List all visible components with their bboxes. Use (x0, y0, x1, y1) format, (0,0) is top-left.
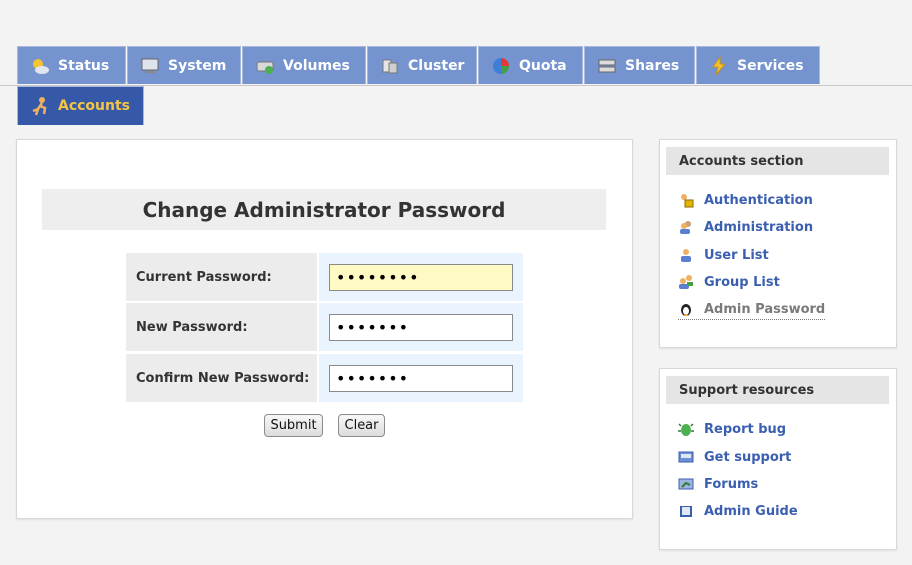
pie-chart-icon (493, 57, 509, 74)
link-label: Admin Password (704, 301, 826, 317)
link-get-support[interactable]: Get support (678, 447, 791, 467)
current-password-label: Current Password: (126, 253, 317, 301)
weather-sun-icon (33, 58, 49, 74)
tab-cluster[interactable]: Cluster (367, 46, 477, 84)
current-password-input[interactable] (329, 264, 513, 291)
lock-user-icon (681, 194, 694, 208)
tab-quota[interactable]: Quota (478, 46, 583, 84)
tab-shares[interactable]: Shares (584, 46, 695, 84)
support-resources-panel: Support resources Report bug Get support… (659, 368, 897, 550)
support-icon (678, 451, 694, 463)
current-password-cell (319, 253, 523, 301)
bug-icon (678, 423, 694, 436)
user-run-icon (32, 97, 47, 116)
tab-label: Shares (625, 57, 680, 74)
book-icon (680, 506, 692, 517)
forum-icon (678, 478, 694, 490)
current-password-row: Current Password: (126, 253, 523, 301)
link-label: Forums (704, 476, 759, 492)
users-icon (680, 221, 691, 234)
link-group-list[interactable]: Group List (678, 272, 780, 292)
tab-label: Services (737, 57, 804, 74)
new-password-label: New Password: (126, 303, 317, 351)
tab-label: Status (58, 57, 110, 74)
link-authentication[interactable]: Authentication (678, 190, 813, 210)
confirm-password-cell (319, 354, 523, 402)
tab-accounts[interactable]: Accounts (17, 86, 144, 125)
link-label: Group List (704, 274, 780, 290)
link-admin-guide[interactable]: Admin Guide (678, 501, 798, 521)
link-label: Admin Guide (704, 503, 798, 519)
submit-button[interactable]: Submit (264, 414, 323, 437)
confirm-password-row: Confirm New Password: (126, 354, 523, 402)
server-icon (598, 59, 616, 72)
accounts-section-panel: Accounts section Authentication Administ… (659, 139, 897, 348)
support-resources-heading: Support resources (666, 376, 889, 404)
new-password-input[interactable] (329, 314, 513, 341)
tab-system[interactable]: System (127, 46, 241, 84)
tab-divider (0, 85, 912, 86)
confirm-password-label: Confirm New Password: (126, 354, 317, 402)
link-label: Administration (704, 219, 814, 235)
tab-label: Accounts (58, 98, 131, 114)
change-password-panel: Change Administrator Password Current Pa… (16, 139, 633, 519)
link-label: Report bug (704, 421, 787, 437)
accounts-section-heading: Accounts section (666, 147, 889, 175)
tab-status[interactable]: Status (17, 46, 126, 84)
link-label: Get support (704, 449, 792, 465)
link-user-list[interactable]: User List (678, 245, 769, 265)
link-label: User List (704, 247, 769, 263)
lightning-icon (712, 55, 727, 75)
page-title: Change Administrator Password (42, 189, 606, 230)
new-password-row: New Password: (126, 303, 523, 351)
tab-label: Cluster (408, 57, 465, 74)
tab-label: Quota (519, 57, 567, 74)
tab-services[interactable]: Services (696, 46, 820, 84)
confirm-password-input[interactable] (329, 365, 513, 392)
drive-icon (256, 61, 274, 74)
link-admin-password[interactable]: Admin Password (678, 299, 826, 320)
tab-label: System (168, 57, 227, 74)
penguin-icon (681, 304, 691, 316)
link-forums[interactable]: Forums (678, 474, 758, 494)
user-icon (681, 249, 691, 262)
clear-button[interactable]: Clear (338, 414, 385, 437)
tab-label: Volumes (283, 57, 350, 74)
link-report-bug[interactable]: Report bug (678, 419, 786, 439)
new-password-cell (319, 303, 523, 351)
tab-volumes[interactable]: Volumes (242, 46, 366, 84)
group-icon (679, 275, 693, 289)
monitor-icon (141, 58, 159, 73)
cluster-icon (382, 59, 398, 73)
link-label: Authentication (704, 192, 813, 208)
link-administration[interactable]: Administration (678, 217, 813, 237)
